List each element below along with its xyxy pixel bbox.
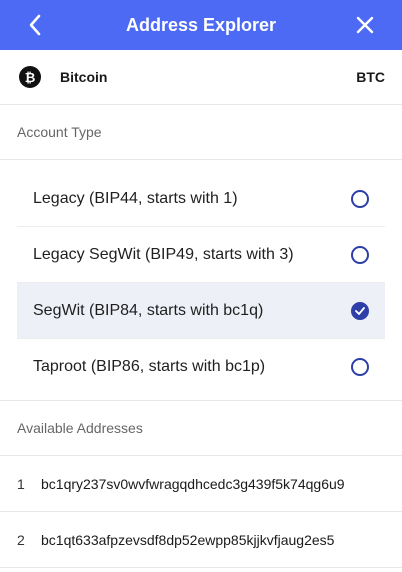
radio-unchecked-icon[interactable]: [351, 245, 369, 264]
account-type-options: Legacy (BIP44, starts with 1) Legacy Seg…: [0, 160, 402, 401]
coin-ticker: BTC: [356, 69, 385, 85]
header-bar: Address Explorer: [0, 0, 402, 50]
address-value: bc1qt633afpzevsdf8dp52ewpp85kjjkvfjaug2e…: [41, 531, 335, 548]
radio-unchecked-icon[interactable]: [351, 189, 369, 208]
available-addresses-label: Available Addresses: [0, 401, 402, 456]
address-row[interactable]: 2 bc1qt633afpzevsdf8dp52ewpp85kjjkvfjaug…: [0, 512, 402, 568]
page-title: Address Explorer: [125, 14, 277, 35]
close-button[interactable]: [350, 10, 380, 40]
coin-row: ₿ Bitcoin BTC: [0, 50, 402, 105]
option-label: Legacy (BIP44, starts with 1): [33, 189, 238, 207]
account-type-label: Account Type: [0, 105, 402, 160]
option-legacy-segwit[interactable]: Legacy SegWit (BIP49, starts with 3): [17, 227, 385, 283]
address-row[interactable]: 1 bc1qry237sv0wvfwragqdhcedc3g439f5k74qg…: [0, 456, 402, 512]
option-taproot[interactable]: Taproot (BIP86, starts with bc1p): [17, 339, 385, 394]
option-segwit[interactable]: SegWit (BIP84, starts with bc1q): [17, 283, 385, 339]
address-index: 2: [17, 531, 25, 548]
chevron-left-icon: [29, 14, 41, 36]
close-icon: [356, 16, 374, 34]
radio-checked-icon[interactable]: [351, 301, 369, 320]
radio-unchecked-icon[interactable]: [351, 357, 369, 376]
back-button[interactable]: [20, 10, 50, 40]
bitcoin-icon: ₿: [19, 66, 41, 88]
option-label: SegWit (BIP84, starts with bc1q): [33, 301, 264, 319]
option-legacy[interactable]: Legacy (BIP44, starts with 1): [17, 171, 385, 227]
option-label: Taproot (BIP86, starts with bc1p): [33, 357, 266, 375]
address-value: bc1qry237sv0wvfwragqdhcedc3g439f5k74qg6u…: [41, 475, 345, 492]
address-index: 1: [17, 475, 25, 492]
option-label: Legacy SegWit (BIP49, starts with 3): [33, 245, 294, 263]
coin-name: Bitcoin: [60, 69, 108, 85]
checkmark-icon: [355, 306, 365, 315]
